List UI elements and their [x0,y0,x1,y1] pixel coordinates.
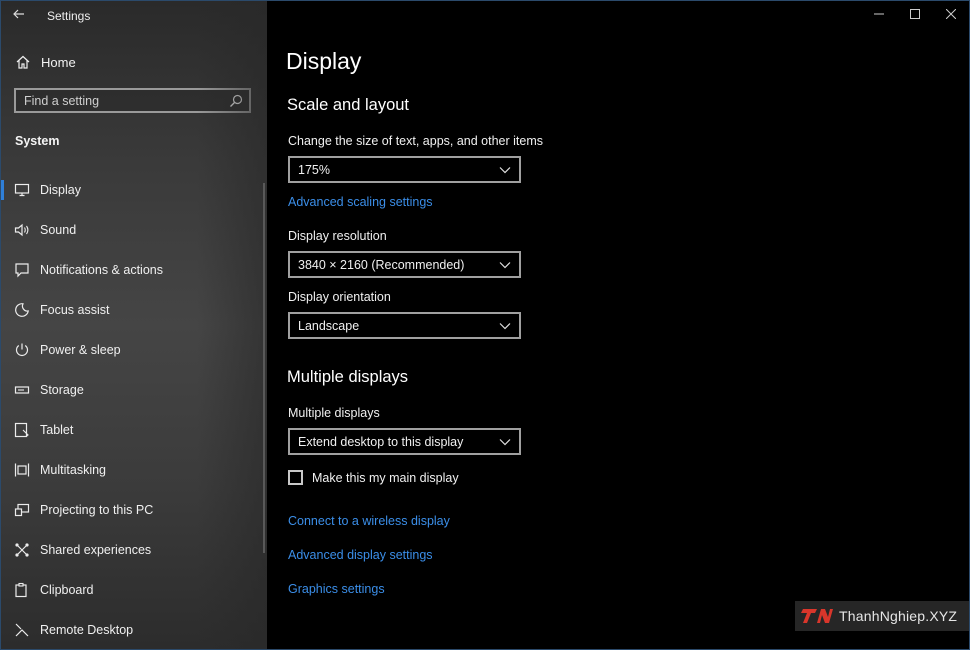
storage-icon [14,382,30,398]
sidebar-item-notifications[interactable]: Notifications & actions [1,250,267,290]
sidebar-item-label: Clipboard [40,583,94,597]
search-box[interactable] [14,88,251,113]
scale-value: 175% [298,162,330,177]
sidebar-item-multitasking[interactable]: Multitasking [1,450,267,490]
scale-layout-heading: Scale and layout [287,96,410,114]
advanced-display-link[interactable]: Advanced display settings [288,548,433,562]
main-display-checkbox[interactable] [288,470,303,485]
orientation-label: Display orientation [288,290,391,304]
multiple-displays-label: Multiple displays [288,406,380,420]
chevron-down-icon [499,166,511,173]
sidebar-item-home[interactable]: Home [1,48,267,76]
main-content: Display Scale and layout Change the size… [268,1,969,649]
search-input[interactable] [16,92,229,109]
main-display-checkbox-row[interactable]: Make this my main display [288,470,459,485]
main-display-checkbox-label: Make this my main display [312,470,459,485]
sidebar-item-label: Power & sleep [40,343,121,357]
sidebar: Settings Home System Display Sound [1,1,267,649]
sidebar-nav: Display Sound Notifications & actions Fo… [1,170,267,649]
clipboard-icon [14,582,30,598]
close-icon [946,9,956,19]
maximize-icon [910,9,920,19]
sidebar-item-projecting[interactable]: Projecting to this PC [1,490,267,530]
sidebar-item-remote-desktop[interactable]: Remote Desktop [1,610,267,649]
projecting-icon [14,502,30,518]
close-button[interactable] [933,1,969,27]
tablet-icon [14,422,30,438]
sidebar-scrollbar[interactable] [263,183,265,553]
sidebar-item-display[interactable]: Display [1,170,267,210]
resolution-dropdown[interactable]: 3840 × 2160 (Recommended) [288,251,521,278]
chevron-down-icon [499,322,511,329]
sidebar-item-tablet[interactable]: Tablet [1,410,267,450]
power-icon [14,342,30,358]
resolution-value: 3840 × 2160 (Recommended) [298,257,465,272]
sidebar-item-label: Projecting to this PC [40,503,154,517]
monitor-icon [14,182,30,198]
scale-dropdown[interactable]: 175% [288,156,521,183]
multiple-displays-heading: Multiple displays [287,368,409,386]
minimize-icon [874,13,884,15]
multitasking-icon [14,462,30,478]
advanced-scaling-link[interactable]: Advanced scaling settings [288,195,433,209]
app-title: Settings [47,9,91,23]
resolution-label: Display resolution [288,229,387,243]
page-title: Display [286,48,362,74]
sidebar-item-label: Remote Desktop [40,623,134,637]
sidebar-item-label: Notifications & actions [40,263,163,277]
sidebar-item-label: Storage [40,383,84,397]
sidebar-item-label: Sound [40,223,77,237]
home-label: Home [41,54,76,70]
settings-window: Settings Home System Display Sound [0,0,970,650]
sidebar-item-clipboard[interactable]: Clipboard [1,570,267,610]
chevron-down-icon [499,438,511,445]
orientation-value: Landscape [298,318,360,333]
wireless-display-link[interactable]: Connect to a wireless display [288,514,450,528]
speaker-icon [14,222,30,238]
sidebar-item-storage[interactable]: Storage [1,370,267,410]
sidebar-item-label: Tablet [40,423,74,437]
chevron-down-icon [499,261,511,268]
graphics-settings-link[interactable]: Graphics settings [288,582,385,596]
moon-icon [14,302,30,318]
sidebar-item-label: Shared experiences [40,543,152,557]
watermark-text: ThanhNghiep.XYZ [839,608,958,624]
sidebar-item-sound[interactable]: Sound [1,210,267,250]
sidebar-item-label: Display [40,183,81,197]
back-button[interactable] [9,6,29,24]
minimize-button[interactable] [861,1,897,27]
watermark-logo [801,609,833,623]
orientation-dropdown[interactable]: Landscape [288,312,521,339]
window-controls [861,1,969,27]
search-icon[interactable] [229,94,243,108]
shared-icon [14,542,30,558]
remote-desktop-icon [14,622,30,638]
section-label-system: System [15,134,60,148]
multiple-displays-dropdown[interactable]: Extend desktop to this display [288,428,521,455]
sidebar-item-label: Multitasking [40,463,106,477]
maximize-button[interactable] [897,1,933,27]
scale-label: Change the size of text, apps, and other… [288,134,544,148]
notification-icon [14,262,30,278]
watermark: ThanhNghiep.XYZ [795,601,969,631]
sidebar-item-power-sleep[interactable]: Power & sleep [1,330,267,370]
sidebar-item-focus-assist[interactable]: Focus assist [1,290,267,330]
home-icon [15,54,31,70]
multiple-displays-value: Extend desktop to this display [298,434,464,449]
back-arrow-icon [13,9,24,19]
sidebar-item-label: Focus assist [40,303,110,317]
sidebar-item-shared-experiences[interactable]: Shared experiences [1,530,267,570]
title-bar: Settings [1,1,267,31]
